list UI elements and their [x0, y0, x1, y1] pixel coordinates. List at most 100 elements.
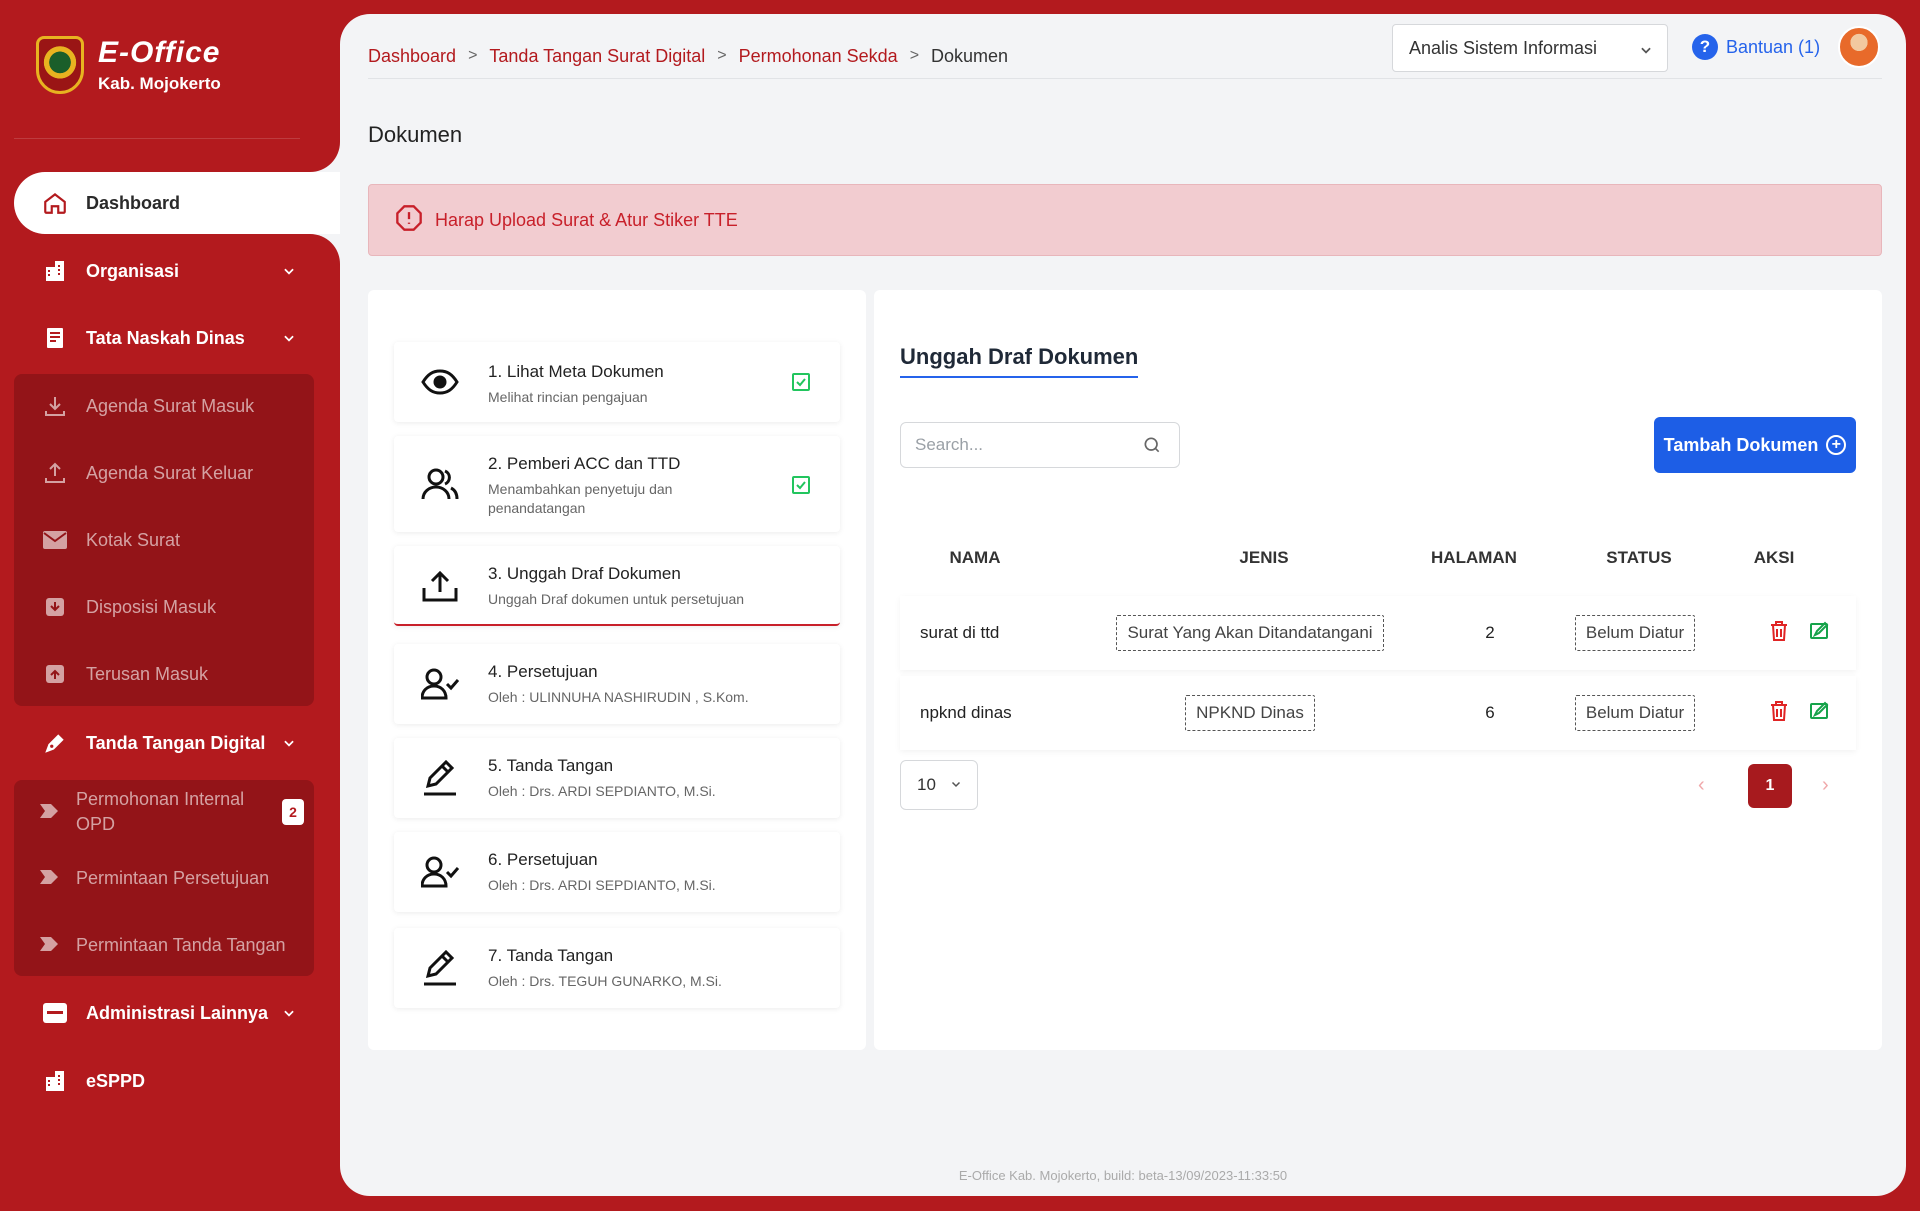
step-tanda-tangan-2[interactable]: 7. Tanda Tangan Oleh : Drs. TEGUH GUNARK… — [394, 928, 840, 1008]
inbox-down-icon — [42, 594, 68, 620]
step-subtitle: Oleh : ULINNUHA NASHIRUDIN , S.Kom. — [488, 689, 749, 705]
breadcrumb-current: Dokumen — [931, 45, 1009, 66]
step-subtitle: Oleh : Drs. ARDI SEPDIANTO, M.Si. — [488, 783, 716, 799]
header-divider — [368, 78, 1882, 79]
sidebar-item-agenda-surat-masuk[interactable]: Agenda Surat Masuk — [14, 378, 314, 434]
type-tag: NPKND Dinas — [1185, 695, 1315, 731]
sidebar-item-label: Disposisi Masuk — [86, 596, 217, 617]
help-link[interactable]: ? Bantuan (1) — [1692, 34, 1820, 60]
step-title: 7. Tanda Tangan — [488, 946, 614, 965]
breadcrumb-link-dashboard[interactable]: Dashboard — [368, 46, 456, 67]
chevron-down-icon — [950, 775, 962, 795]
sidebar-item-dashboard[interactable]: Dashboard — [14, 172, 340, 234]
sidebar-item-label: Permohonan Internal OPD — [76, 789, 245, 834]
chevron-right-icon[interactable]: › — [1822, 774, 1829, 797]
sidebar-item-label: eSPPD — [86, 1070, 146, 1091]
pen-icon — [42, 730, 68, 756]
sidebar-item-label: Tata Naskah Dinas — [86, 327, 245, 348]
sidebar-item-kotak-surat[interactable]: Kotak Surat — [14, 512, 314, 568]
sidebar-item-agenda-surat-keluar[interactable]: Agenda Surat Keluar — [14, 445, 314, 501]
edit-sticker-icon[interactable] — [1810, 701, 1830, 726]
cell-nama: surat di ttd — [920, 623, 1000, 642]
cell-jenis: NPKND Dinas — [1050, 676, 1450, 750]
brand-divider — [14, 138, 314, 139]
step-title: 3. Unggah Draf Dokumen — [488, 564, 681, 583]
sidebar-item-permintaan-tanda-tangan[interactable]: Permintaan Tanda Tangan — [14, 917, 314, 973]
cell-jenis: Surat Yang Akan Ditandatangani — [1050, 596, 1450, 670]
brand[interactable]: E-Office Kab. Mojokerto — [36, 36, 221, 94]
arrow-tag-icon — [40, 866, 58, 891]
edit-sticker-icon[interactable] — [1810, 621, 1830, 646]
active-notch-top — [300, 138, 340, 172]
arrow-tag-icon — [40, 933, 58, 958]
brand-logo-icon — [36, 36, 84, 94]
sidebar-item-disposisi-masuk[interactable]: Disposisi Masuk — [14, 579, 314, 635]
avatar[interactable] — [1838, 26, 1880, 68]
sidebar-item-label: Permintaan Tanda Tangan — [76, 934, 286, 955]
step-title: 2. Pemberi ACC dan TTD — [488, 454, 681, 473]
table-row: npknd dinas NPKND Dinas 6 Belum Diatur — [900, 676, 1856, 750]
column-header-nama[interactable]: NAMA — [900, 548, 1050, 568]
chevron-left-icon[interactable]: ‹ — [1698, 774, 1705, 797]
cell-halaman: 2 — [1485, 623, 1495, 642]
question-icon: ? — [1692, 34, 1718, 60]
search-icon — [1142, 435, 1162, 460]
cell-status: Belum Diatur — [1560, 676, 1710, 750]
step-pemberi-acc[interactable]: 2. Pemberi ACC dan TTD Menambahkan penye… — [394, 436, 840, 532]
column-header-halaman[interactable]: HALAMAN — [1414, 548, 1534, 568]
alert-banner: Harap Upload Surat & Atur Stiker TTE — [368, 184, 1882, 256]
step-persetujuan-2[interactable]: 6. Persetujuan Oleh : Drs. ARDI SEPDIANT… — [394, 832, 840, 912]
step-tanda-tangan-1[interactable]: 5. Tanda Tangan Oleh : Drs. ARDI SEPDIAN… — [394, 738, 840, 818]
cell-nama: npknd dinas — [920, 703, 1012, 722]
step-subtitle: Menambahkan penyetuju dan penandatangan — [488, 481, 673, 516]
role-select[interactable]: Analis Sistem Informasi — [1392, 24, 1668, 72]
building-icon — [42, 258, 68, 284]
table-row: surat di ttd Surat Yang Akan Ditandatang… — [900, 596, 1856, 670]
sidebar-item-permintaan-persetujuan[interactable]: Permintaan Persetujuan — [14, 850, 314, 906]
sidebar-item-tanda-tangan-digital[interactable]: Tanda Tangan Digital — [14, 712, 340, 774]
page-size-select[interactable]: 10 — [900, 760, 978, 810]
count-badge: 2 — [282, 799, 304, 825]
alert-octagon-icon — [395, 204, 423, 237]
pen-line-icon — [420, 758, 460, 798]
sidebar-item-label: Administrasi Lainnya — [86, 1002, 269, 1023]
sidebar-item-organisasi[interactable]: Organisasi — [14, 240, 340, 302]
active-notch-bottom — [300, 234, 340, 268]
sidebar-item-tata-naskah-dinas[interactable]: Tata Naskah Dinas — [14, 307, 340, 369]
step-title: 6. Persetujuan — [488, 850, 598, 869]
upload-icon — [42, 460, 68, 486]
step-subtitle: Oleh : Drs. TEGUH GUNARKO, M.Si. — [488, 973, 722, 989]
breadcrumb-link-permohonan[interactable]: Permohonan Sekda — [739, 46, 898, 67]
sidebar-item-label: Terusan Masuk — [86, 663, 209, 684]
step-unggah-draf[interactable]: 3. Unggah Draf Dokumen Unggah Draf dokum… — [394, 546, 840, 626]
trash-icon[interactable] — [1770, 700, 1788, 726]
sidebar-item-esppd[interactable]: eSPPD — [14, 1050, 340, 1112]
check-square-icon — [792, 476, 810, 494]
documents-title: Unggah Draf Dokumen — [900, 344, 1139, 378]
sidebar-item-label: Organisasi — [86, 260, 180, 281]
breadcrumb-link-ttd[interactable]: Tanda Tangan Surat Digital — [489, 46, 705, 67]
sidebar-item-label: Tanda Tangan Digital — [86, 732, 266, 753]
column-header-status[interactable]: STATUS — [1564, 548, 1714, 568]
alert-text: Harap Upload Surat & Atur Stiker TTE — [435, 209, 738, 230]
column-header-jenis[interactable]: JENIS — [1064, 548, 1464, 568]
chevron-down-icon — [1639, 41, 1653, 62]
brand-subtitle: Kab. Mojokerto — [98, 74, 221, 93]
cell-aksi — [1750, 596, 1850, 670]
sidebar-item-permohonan-internal-opd[interactable]: Permohonan Internal OPD 2 — [14, 782, 314, 842]
trash-icon[interactable] — [1770, 620, 1788, 646]
chevron-right-icon: > — [717, 47, 727, 64]
arrow-tag-icon — [40, 800, 58, 825]
document-icon — [42, 325, 68, 351]
step-persetujuan-1[interactable]: 4. Persetujuan Oleh : ULINNUHA NASHIRUDI… — [394, 644, 840, 724]
pagination-current-page[interactable]: 1 — [1748, 764, 1792, 808]
search-input[interactable] — [900, 422, 1180, 468]
sidebar-item-administrasi-lainnya[interactable]: Administrasi Lainnya — [14, 982, 340, 1044]
sidebar-item-terusan-masuk[interactable]: Terusan Masuk — [14, 646, 314, 702]
step-lihat-meta[interactable]: 1. Lihat Meta Dokumen Melihat rincian pe… — [394, 342, 840, 422]
download-icon — [42, 393, 68, 419]
inbox-up-icon — [42, 661, 68, 687]
add-document-button[interactable]: Tambah Dokumen + — [1654, 417, 1856, 473]
plus-circle-icon: + — [1826, 435, 1847, 455]
main-panel: Dashboard > Tanda Tangan Surat Digital >… — [340, 14, 1906, 1196]
